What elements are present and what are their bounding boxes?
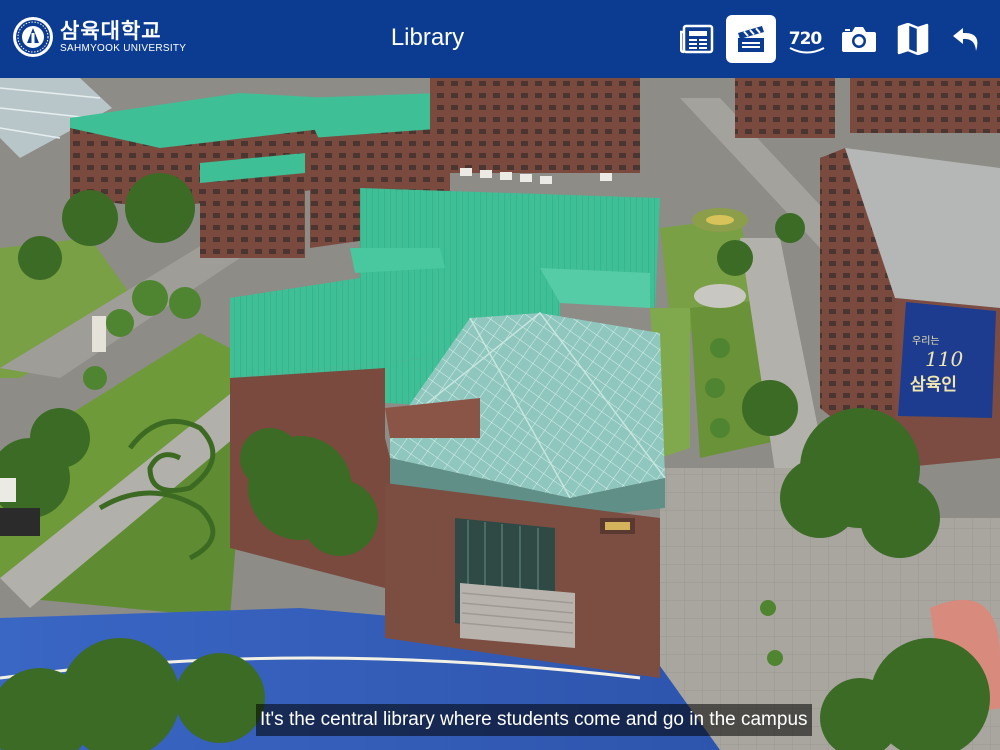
banner-text-main: 삼육인 bbox=[910, 375, 957, 395]
logo-english-text: SAHMYOOK UNIVERSITY bbox=[60, 42, 187, 54]
aerial-video-frame[interactable]: 우리는 110 삼육인 bbox=[0, 78, 1000, 750]
vr-720-button[interactable]: 720 bbox=[780, 15, 830, 63]
university-seal-icon bbox=[13, 17, 53, 57]
photo-button[interactable] bbox=[834, 15, 884, 63]
camera-icon bbox=[842, 27, 876, 52]
clapperboard-icon bbox=[738, 26, 764, 52]
campus-aerial-image: 우리는 110 삼육인 bbox=[0, 78, 1000, 750]
newspaper-icon bbox=[680, 24, 714, 54]
video-button[interactable] bbox=[726, 15, 776, 63]
news-button[interactable] bbox=[672, 15, 722, 63]
back-arrow-icon bbox=[953, 28, 978, 51]
vr-720-label: 720 bbox=[788, 28, 822, 49]
banner-text-big: 110 bbox=[925, 347, 963, 371]
toolbar: 720 bbox=[672, 15, 996, 63]
vr-720-icon: 720 bbox=[788, 28, 825, 53]
app-header: 삼육대학교 SAHMYOOK UNIVERSITY Library 720 bbox=[0, 0, 1000, 78]
logo-korean-text: 삼육대학교 bbox=[60, 18, 162, 43]
map-icon bbox=[897, 23, 929, 55]
banner-text-top: 우리는 bbox=[912, 335, 940, 347]
back-button[interactable] bbox=[942, 15, 992, 63]
video-subtitle: It's the central library where students … bbox=[256, 704, 812, 736]
map-button[interactable] bbox=[888, 15, 938, 63]
university-logo: 삼육대학교 SAHMYOOK UNIVERSITY bbox=[12, 16, 186, 58]
page-title: Library bbox=[390, 24, 465, 51]
